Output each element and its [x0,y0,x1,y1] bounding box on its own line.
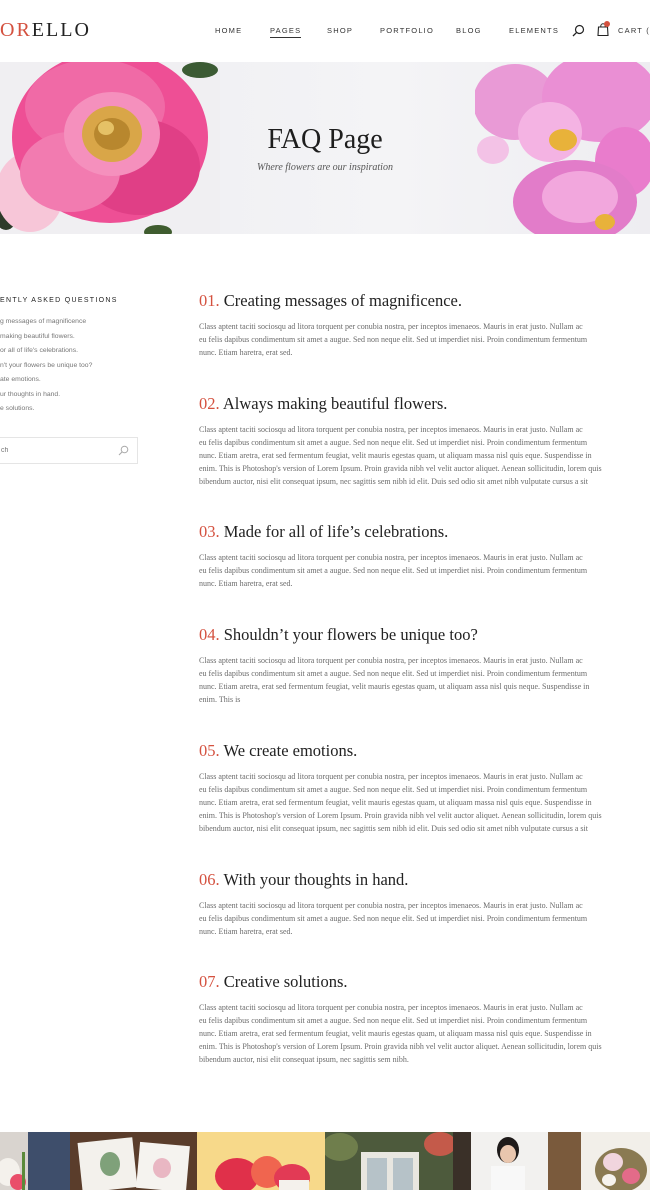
faq-answer: Class aptent taciti sociosqu ad litora t… [199,552,650,591]
faq-number: 01. [199,291,220,310]
nav-blog[interactable]: BLOG [456,26,482,35]
sidebar-title: ENTLY ASKED QUESTIONS [0,297,118,304]
sidebar-question-list: g messages of magnificence making beauti… [0,318,92,420]
faq-number: 02. [199,394,220,413]
sidebar-search-input[interactable] [0,438,109,463]
faq-number: 05. [199,741,220,760]
faq-item: 03. Made for all of life’s celebrations.… [199,522,650,591]
nav-portfolio[interactable]: PORTFOLIO [380,26,434,35]
answer-line: Class aptent taciti sociosqu ad litora t… [199,772,583,781]
faq-question: 03. Made for all of life’s celebrations. [199,522,650,544]
page-hero: FAQ Page Where flowers are our inspirati… [0,62,650,234]
faq-answer: Class aptent taciti sociosqu ad litora t… [199,1002,650,1067]
answer-line: bibendum auctor, nisi elit consequat ips… [199,476,588,486]
faq-number: 03. [199,522,220,541]
sidebar-link[interactable]: ur thoughts in hand. [0,391,92,406]
logo[interactable]: ORELLO [0,19,91,42]
faq-question: 01. Creating messages of magnificence. [199,291,650,313]
sidebar-search [0,437,138,464]
answer-line: enim. This is Photoshop's version of Lor… [199,1041,602,1051]
answer-line: enim. This is Photoshop's version of Lor… [199,463,602,473]
faq-answer: Class aptent taciti sociosqu ad litora t… [199,900,650,939]
page-subtitle: Where flowers are our inspiration [257,162,393,173]
answer-line: eu felis dapibus condimentum sit amet a … [199,913,588,923]
sidebar-link[interactable]: or all of life's celebrations. [0,347,92,362]
answer-line: eu felis dapibus condimentum sit amet a … [199,1015,588,1025]
cart-link[interactable]: CART ($2 [618,26,650,35]
sidebar-link[interactable]: g messages of magnificence [0,318,92,333]
answer-line: bibendum auctor, nisi elit consequat ips… [199,823,588,833]
faq-answer: Class aptent taciti sociosqu ad litora t… [199,424,650,489]
faq-question: 06. With your thoughts in hand. [199,870,650,892]
faq-item: 05. We create emotions. Class aptent tac… [199,741,650,836]
page-title: FAQ Page [267,124,383,155]
answer-line: eu felis dapibus condimentum sit amet a … [199,565,588,575]
answer-line: nunc. Etiam aretra, erat sed fermentum f… [199,1028,592,1038]
faq-answer: Class aptent taciti sociosqu ad litora t… [199,321,650,360]
answer-line: nunc. Etiam haretra, erat sed. [199,578,293,588]
answer-line: Class aptent taciti sociosqu ad litora t… [199,1003,583,1012]
faq-item: 04. Shouldn’t your flowers be unique too… [199,625,650,707]
faq-answer: Class aptent taciti sociosqu ad litora t… [199,655,650,707]
faq-question-text: Made for all of life’s celebrations. [223,522,449,541]
sidebar-link[interactable]: making beautiful flowers. [0,333,92,348]
search-icon[interactable] [118,445,129,456]
answer-line: Class aptent taciti sociosqu ad litora t… [199,322,583,331]
search-icon[interactable] [572,24,585,37]
faq-question: 05. We create emotions. [199,741,650,763]
site-header: ORELLO HOME PAGES SHOP PORTFOLIO BLOG EL… [0,0,650,62]
answer-line: Class aptent taciti sociosqu ad litora t… [199,901,583,910]
answer-line: Class aptent taciti sociosqu ad litora t… [199,553,583,562]
faq-question-text: We create emotions. [223,741,358,760]
answer-line: Class aptent taciti sociosqu ad litora t… [199,656,583,665]
gallery-image[interactable] [325,1132,453,1190]
faq-answer: Class aptent taciti sociosqu ad litora t… [199,771,650,836]
instagram-strip [0,1132,650,1190]
faq-question-text: Shouldn’t your flowers be unique too? [223,625,478,644]
faq-item: 06. With your thoughts in hand. Class ap… [199,870,650,939]
answer-line: eu felis dapibus condimentum sit amet a … [199,784,588,794]
answer-line: nunc. Etiam aretra, erat sed fermentum f… [199,797,592,807]
faq-question-text: Creating messages of magnificence. [223,291,462,310]
answer-line: eu felis dapibus condimentum sit amet a … [199,437,588,447]
answer-line: enim. This is [199,694,241,704]
faq-item: 07. Creative solutions. Class aptent tac… [199,972,650,1067]
faq-question: 07. Creative solutions. [199,972,650,994]
faq-item: 02. Always making beautiful flowers. Cla… [199,394,650,489]
answer-line: enim. This is Photoshop's version of Lor… [199,810,602,820]
gallery-image[interactable] [453,1132,581,1190]
nav-elements[interactable]: ELEMENTS [509,26,559,35]
faq-item: 01. Creating messages of magnificence. C… [199,291,650,360]
nav-home[interactable]: HOME [215,26,242,35]
gallery-image[interactable] [70,1132,197,1190]
nav-shop[interactable]: SHOP [327,26,353,35]
answer-line: bibendum auctor, nisi elit consequat ips… [199,1054,409,1064]
answer-line: nunc. Etiam aretra, erat sed fermentum f… [199,450,592,460]
faq-question-text: Always making beautiful flowers. [222,394,448,413]
faq-number: 07. [199,972,220,991]
answer-line: nunc. Etiam haretra, erat sed. [199,926,293,936]
faq-number: 06. [199,870,220,889]
sidebar-link[interactable]: e solutions. [0,405,92,420]
faq-question: 04. Shouldn’t your flowers be unique too… [199,625,650,647]
gallery-image[interactable] [197,1132,325,1190]
cart-count-badge [604,21,610,27]
faq-number: 04. [199,625,220,644]
answer-line: eu felis dapibus condimentum sit amet a … [199,334,588,344]
sidebar-link[interactable]: n't your flowers be unique too? [0,362,92,377]
answer-line: nunc. Etiam aretra, erat sed fermentum f… [199,681,590,691]
answer-line: eu felis dapibus condimentum sit amet a … [199,668,588,678]
nav-pages[interactable]: PAGES [270,26,302,38]
answer-line: Class aptent taciti sociosqu ad litora t… [199,425,583,434]
faq-question-text: Creative solutions. [223,972,348,991]
logo-rest: ELLO [31,19,91,41]
faq-question-text: With your thoughts in hand. [223,870,409,889]
answer-line: nunc. Etiam haretra, erat sed. [199,347,293,357]
faq-question: 02. Always making beautiful flowers. [199,394,650,416]
sidebar-link[interactable]: ate emotions. [0,376,92,391]
gallery-image[interactable] [0,1132,70,1190]
logo-accent: OR [0,19,32,41]
gallery-image[interactable] [581,1132,650,1190]
